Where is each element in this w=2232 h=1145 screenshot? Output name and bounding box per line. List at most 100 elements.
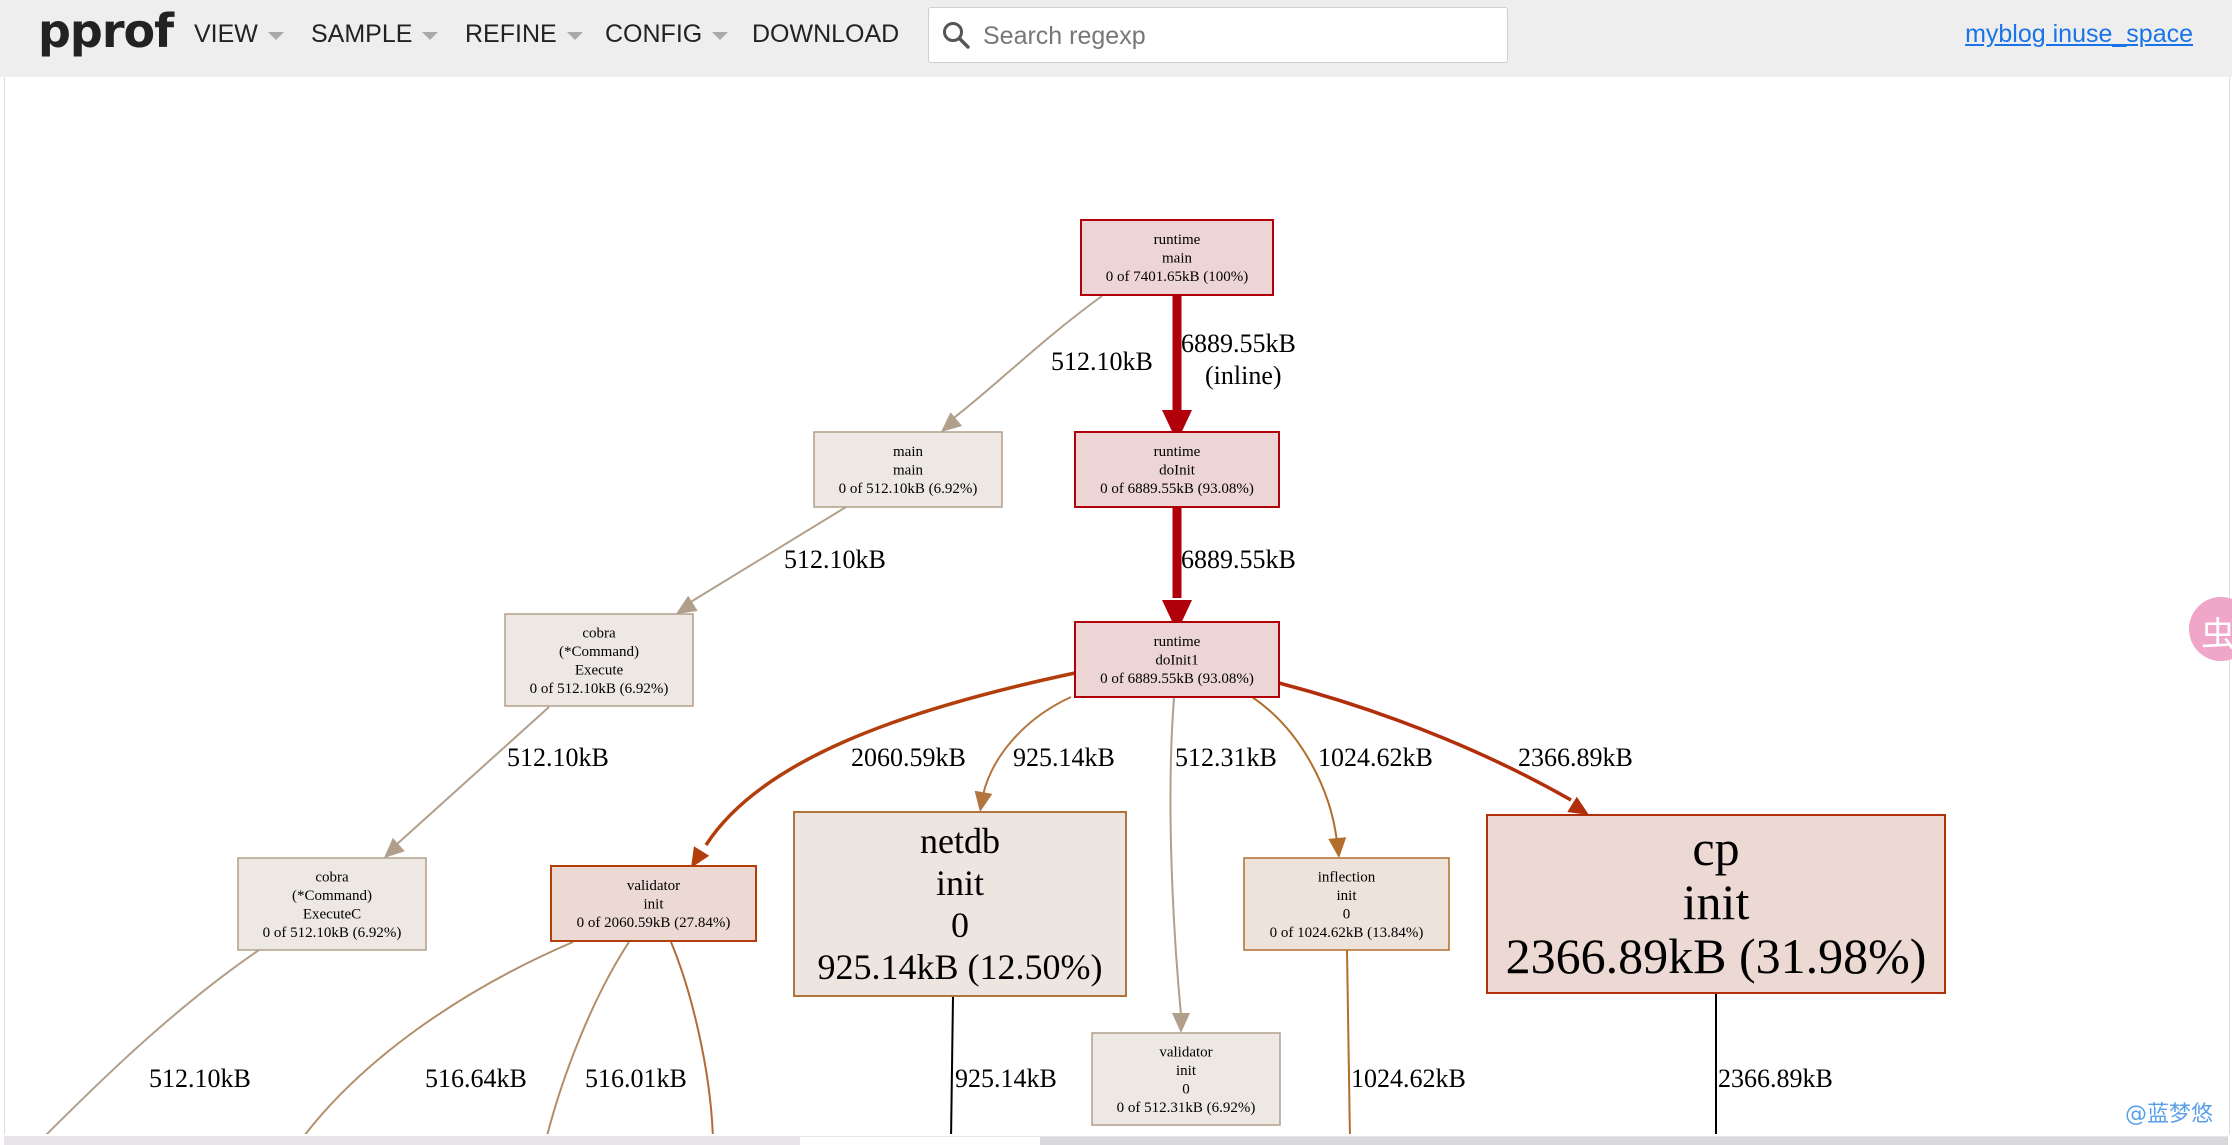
config-menu[interactable]: CONFIG: [605, 20, 729, 49]
graph-node-runtime_doInit1[interactable]: runtime doInit1 0 of 6889.55kB (93.08%): [1074, 621, 1280, 698]
node-label: validator: [1159, 1044, 1212, 1060]
scrollbar-track-right: [1040, 1137, 2228, 1145]
edge-label: 925.14kB: [955, 1064, 1057, 1093]
refine-menu-label: REFINE: [465, 20, 557, 48]
graph-edge-e_main_mainmain[interactable]: 512.10kB: [935, 295, 1153, 439]
download-menu[interactable]: DOWNLOAD: [752, 20, 899, 49]
edge-label: 512.10kB: [507, 743, 609, 772]
edge-line: [395, 706, 550, 846]
graph-node-runtime_doInit[interactable]: runtime doInit 0 of 6889.55kB (93.08%): [1074, 431, 1280, 508]
graph-node-netdb_init[interactable]: netdbinit0925.14kB (12.50%): [793, 811, 1127, 997]
edge-label: 2060.59kB: [851, 743, 966, 772]
node-label: 0 of 6889.55kB (93.08%): [1100, 671, 1254, 687]
node-label: validator: [627, 878, 680, 894]
graph-node-main_main[interactable]: main main 0 of 512.10kB (6.92%): [813, 431, 1003, 508]
edge-line: [304, 941, 574, 1134]
edge-label: 6889.55kB: [1181, 545, 1296, 574]
edge-line: [546, 941, 630, 1134]
graph-edge-e_doinit_doinit1[interactable]: 6889.55kB: [1162, 508, 1296, 632]
graph-edge-e_execute_executec[interactable]: 512.10kB: [378, 706, 609, 865]
node-label: 0: [1182, 1081, 1190, 1097]
node-label: init: [1176, 1063, 1197, 1079]
node-label: runtime: [1154, 444, 1201, 460]
graph-edge-e_validator_a[interactable]: 516.64kB: [301, 941, 574, 1134]
node-label: init: [1336, 888, 1357, 904]
edge-label: 2366.89kB: [1718, 1064, 1833, 1093]
node-label: init: [936, 863, 984, 903]
edge-label: 512.10kB: [784, 545, 886, 574]
scrollbar-thumb[interactable]: [800, 1137, 1040, 1145]
search-icon: [943, 22, 970, 49]
node-label: (*Command): [292, 888, 372, 904]
node-label: Execute: [575, 662, 624, 678]
call-graph-canvas[interactable]: 512.10kB 6889.55kB (inline) 512.10kB 6889.55…: [4, 77, 2230, 1134]
edge-label: 2366.89kB: [1518, 743, 1633, 772]
graph-node-runtime_main[interactable]: runtime main 0 of 7401.65kB (100%): [1080, 219, 1274, 296]
refine-menu[interactable]: REFINE: [465, 20, 583, 49]
node-label: 2366.89kB (31.98%): [1506, 928, 1927, 984]
edge-line: [670, 941, 714, 1134]
chevron-down-icon: [712, 31, 729, 40]
edge-line: [45, 949, 260, 1134]
node-label: ExecuteC: [303, 906, 361, 922]
graph-edge-e_mainmain_execute[interactable]: 512.10kB: [671, 506, 886, 622]
graph-edge-e_executec_down[interactable]: 512.10kB: [41, 949, 260, 1134]
node-label: main: [893, 444, 923, 460]
pprof-logo[interactable]: pprof: [38, 4, 174, 58]
graph-node-cobra_executec[interactable]: cobra (*Command) ExecuteC 0 of 512.10kB (6.…: [237, 857, 427, 951]
node-label: 0 of 512.10kB (6.92%): [839, 481, 978, 497]
node-label: cp: [1692, 820, 1739, 876]
edge-arrowhead: [1172, 1013, 1190, 1033]
graph-edge-e_cp_down[interactable]: 2366.89kB: [1715, 993, 1833, 1134]
node-label: 925.14kB (12.50%): [818, 947, 1103, 987]
edge-arrowhead: [974, 790, 993, 812]
node-label: inflection: [1318, 869, 1376, 885]
graph-node-inflection_init[interactable]: inflection init 0 0 of 1024.62kB (13.84%): [1243, 857, 1450, 951]
edge-label: 512.10kB: [1051, 347, 1153, 376]
node-label: init: [1683, 874, 1750, 930]
graph-edge-e_inflection_down[interactable]: 1024.62kB: [1346, 949, 1466, 1134]
graph-node-cobra_execute[interactable]: cobra (*Command) Execute 0 of 512.10kB (6.9…: [504, 613, 694, 707]
chevron-down-icon: [422, 31, 439, 40]
profile-title-link[interactable]: myblog inuse_space: [1965, 20, 2193, 49]
graph-edge-e_validator_b[interactable]: 516.01kB: [546, 941, 687, 1134]
graph-node-validator_init0[interactable]: validator init 0 0 of 512.31kB (6.92%): [1091, 1032, 1281, 1126]
graph-edge-e_validator_c[interactable]: [670, 941, 714, 1134]
graph-node-cp_init[interactable]: cpinit2366.89kB (31.98%): [1486, 814, 1946, 994]
top-toolbar: pprof VIEW SAMPLE REFINE CONFIG DOWNLOAD…: [0, 0, 2232, 77]
node-label: netdb: [920, 821, 1000, 861]
watermark: @蓝梦悠: [2125, 1102, 2214, 1127]
config-menu-label: CONFIG: [605, 20, 703, 48]
edges-layer: 512.10kB 6889.55kB (inline) 512.10kB 6889.55…: [41, 295, 1833, 1134]
edge-label: 512.31kB: [1175, 743, 1277, 772]
node-label: cobra: [315, 869, 349, 885]
sample-menu[interactable]: SAMPLE: [311, 20, 439, 49]
edge-label: 516.64kB: [425, 1064, 527, 1093]
edge-line: [1278, 681, 1572, 802]
node-label: main: [1162, 251, 1192, 267]
node-label: 0 of 6889.55kB (93.08%): [1100, 481, 1254, 497]
edge-label: 925.14kB: [1013, 743, 1115, 772]
sample-menu-label: SAMPLE: [311, 20, 413, 48]
graph-edge-e_netdb_down[interactable]: 925.14kB: [950, 995, 1057, 1134]
node-label: 0 of 2060.59kB (27.84%): [577, 915, 731, 931]
graph-edge-e_doinit1_inflection[interactable]: 1024.62kB: [1251, 696, 1433, 859]
node-label: (*Command): [559, 644, 639, 660]
graph-edge-e_main_doinit[interactable]: 6889.55kB (inline): [1162, 296, 1296, 442]
view-menu[interactable]: VIEW: [194, 20, 284, 49]
chevron-down-icon: [566, 31, 583, 40]
search-box[interactable]: [928, 7, 1508, 63]
call-graph-svg[interactable]: 512.10kB 6889.55kB (inline) 512.10kB 6889.55…: [5, 77, 2229, 1134]
edge-line: [950, 995, 954, 1134]
search-input[interactable]: [981, 14, 1495, 58]
node-label: main: [893, 463, 923, 479]
graph-node-validator_init[interactable]: validator init 0 of 2060.59kB (27.84%): [550, 865, 757, 942]
node-label: cobra: [582, 625, 616, 641]
node-label: 0 of 512.10kB (6.92%): [530, 681, 669, 697]
edge-label: 512.10kB: [149, 1064, 251, 1093]
node-label: 0 of 7401.65kB (100%): [1106, 269, 1249, 285]
edge-label: 6889.55kB: [1181, 329, 1296, 358]
node-label: 0 of 512.31kB (6.92%): [1117, 1100, 1256, 1116]
node-label: doInit1: [1155, 653, 1198, 669]
graph-edge-e_doinit1_netdb[interactable]: 925.14kB: [971, 696, 1115, 814]
